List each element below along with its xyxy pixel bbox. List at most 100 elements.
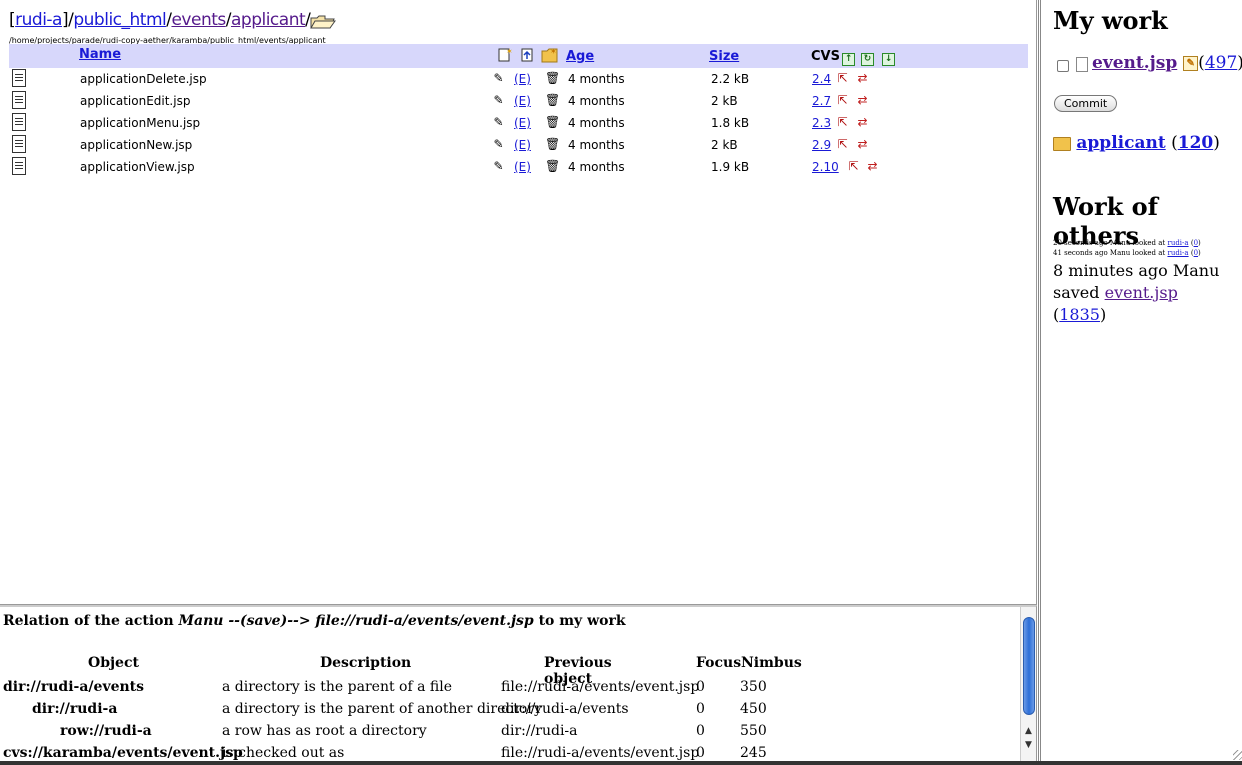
cvs-revision-link[interactable]: 2.9 [812, 138, 831, 152]
breadcrumb: [rudi-a]/public_html/events/applicant/ [9, 10, 337, 30]
sort-by-name-link[interactable]: Name [79, 47, 121, 62]
cvs-revision-link[interactable]: 2.7 [812, 94, 831, 108]
edit-link[interactable]: (E) [514, 160, 531, 174]
sort-by-size-link[interactable]: Size [709, 49, 739, 64]
activity-link[interactable]: rudi-a [1167, 249, 1188, 257]
file-name[interactable]: applicationNew.jsp [80, 138, 192, 152]
scroll-up-arrow-icon[interactable]: ▲ [1023, 725, 1034, 737]
file-row[interactable]: applicationEdit.jsp ✎ (E) 🗑 4 months 2 k… [9, 90, 1028, 112]
new-file-icon[interactable]: ✶ [498, 47, 513, 66]
cvs-revision-link[interactable]: 2.4 [812, 72, 831, 86]
relation-description: is checked out as [222, 745, 345, 761]
relation-previous: dir://rudi-a [501, 723, 578, 739]
cvs-diff-icon[interactable]: ⇄ [866, 160, 879, 173]
activity-count-link[interactable]: 0 [1194, 249, 1198, 257]
relation-nimbus: 245 [740, 745, 767, 761]
relation-scrollbar[interactable]: ▲ ▼ [1020, 607, 1036, 763]
sort-by-age-link[interactable]: Age [566, 49, 594, 64]
file-row[interactable]: applicationMenu.jsp ✎ (E) 🗑 4 months 1.8… [9, 112, 1028, 134]
breadcrumb-applicant-link[interactable]: applicant [231, 10, 306, 30]
file-age: 4 months [568, 94, 625, 108]
file-row[interactable]: applicationDelete.jsp ✎ (E) 🗑 4 months 2… [9, 68, 1028, 90]
trash-icon[interactable]: 🗑 [545, 72, 560, 85]
scrollbar-thumb[interactable] [1023, 617, 1035, 715]
file-size: 2 kB [711, 94, 738, 108]
cvs-log-icon[interactable]: ⇱ [847, 160, 860, 173]
col-object: Object [88, 655, 139, 671]
edit-icon[interactable]: ✎ [492, 72, 505, 85]
relation-object: dir://rudi-a/events [3, 679, 145, 695]
cvs-diff-icon[interactable]: ⇄ [856, 116, 869, 129]
folder-count-link[interactable]: 120 [1178, 133, 1214, 153]
file-age: 4 months [568, 116, 625, 130]
relation-nimbus: 350 [740, 679, 767, 695]
new-folder-icon[interactable]: ✶ [541, 47, 559, 67]
trash-icon[interactable]: 🗑 [545, 160, 560, 173]
col-nimbus: Nimbus [741, 655, 802, 671]
file-age: 4 months [568, 72, 625, 86]
cvs-diff-icon[interactable]: ⇄ [856, 94, 869, 107]
cvs-revision-link[interactable]: 2.3 [812, 116, 831, 130]
cvs-log-icon[interactable]: ⇱ [836, 94, 849, 107]
trash-icon[interactable]: 🗑 [545, 94, 560, 107]
relation-focus: 0 [696, 679, 705, 695]
relation-action: Manu --(save)--> file://rudi-a/events/ev… [178, 613, 534, 629]
file-name[interactable]: applicationView.jsp [80, 160, 195, 174]
activity-link[interactable]: rudi-a [1167, 239, 1188, 247]
file-name[interactable]: applicationEdit.jsp [80, 94, 190, 108]
work-file-count-link[interactable]: 497 [1205, 53, 1237, 73]
commit-button[interactable]: Commit [1054, 95, 1118, 112]
cvs-diff-icon[interactable]: ⇄ [856, 72, 869, 85]
trash-icon[interactable]: 🗑 [545, 138, 560, 151]
activity-count-link[interactable]: 0 [1194, 239, 1198, 247]
relation-frame: Relation of the action Manu --(save)--> … [0, 605, 1037, 763]
file-row[interactable]: applicationView.jsp ✎ (E) 🗑 4 months 1.9… [9, 156, 1028, 178]
file-browser-frame: [rudi-a]/public_html/events/applicant/ /… [0, 0, 1037, 605]
edit-icon[interactable]: ✎ [492, 160, 505, 173]
file-age: 4 months [568, 138, 625, 152]
edit-icon[interactable]: ✎ [492, 94, 505, 107]
relation-nimbus: 550 [740, 723, 767, 739]
upload-file-icon[interactable] [521, 47, 535, 66]
folder-link[interactable]: applicant [1076, 133, 1165, 153]
svg-text:✶: ✶ [506, 47, 512, 56]
latest-activity-link[interactable]: event.jsp [1105, 283, 1178, 302]
breadcrumb-root-link[interactable]: rudi-a [15, 10, 62, 30]
relation-description: a directory is the parent of another dir… [222, 701, 542, 717]
file-name[interactable]: applicationDelete.jsp [80, 72, 207, 86]
col-description: Description [320, 655, 412, 671]
cvs-diff-icon[interactable]: ⇄ [856, 138, 869, 151]
file-name[interactable]: applicationMenu.jsp [80, 116, 200, 130]
scroll-down-arrow-icon[interactable]: ▼ [1023, 739, 1034, 751]
edit-link[interactable]: (E) [514, 72, 531, 86]
resize-grip-icon[interactable] [1233, 750, 1242, 760]
latest-activity-count-link[interactable]: 1835 [1059, 305, 1100, 324]
breadcrumb-events-link[interactable]: events [171, 10, 226, 30]
file-icon [12, 113, 26, 131]
file-size: 1.8 kB [711, 116, 750, 130]
relation-focus: 0 [696, 701, 705, 717]
work-file-link[interactable]: event.jsp [1092, 53, 1177, 73]
cvs-log-icon[interactable]: ⇱ [836, 116, 849, 129]
edit-note-icon[interactable]: ✎ [1183, 56, 1199, 71]
relation-previous: file://rudi-a/events/event.jsp [501, 745, 700, 761]
file-row[interactable]: applicationNew.jsp ✎ (E) 🗑 4 months 2 kB… [9, 134, 1028, 156]
file-icon [12, 69, 26, 87]
edit-icon[interactable]: ✎ [492, 116, 505, 129]
edit-link[interactable]: (E) [514, 116, 531, 130]
folder-icon [1053, 136, 1071, 151]
edit-icon[interactable]: ✎ [492, 138, 505, 151]
col-focus: Focus [696, 655, 742, 671]
cvs-log-icon[interactable]: ⇱ [836, 72, 849, 85]
work-file-checkbox[interactable] [1057, 60, 1069, 72]
breadcrumb-public-html-link[interactable]: public_html [73, 10, 166, 30]
open-folder-icon[interactable] [310, 14, 337, 29]
relation-previous: dir://rudi-a/events [501, 701, 629, 717]
trash-icon[interactable]: 🗑 [545, 116, 560, 129]
file-icon [12, 91, 26, 109]
edit-link[interactable]: (E) [514, 94, 531, 108]
cvs-log-icon[interactable]: ⇱ [836, 138, 849, 151]
relation-object: dir://rudi-a [32, 701, 118, 717]
edit-link[interactable]: (E) [514, 138, 531, 152]
cvs-revision-link[interactable]: 2.10 [812, 160, 839, 174]
